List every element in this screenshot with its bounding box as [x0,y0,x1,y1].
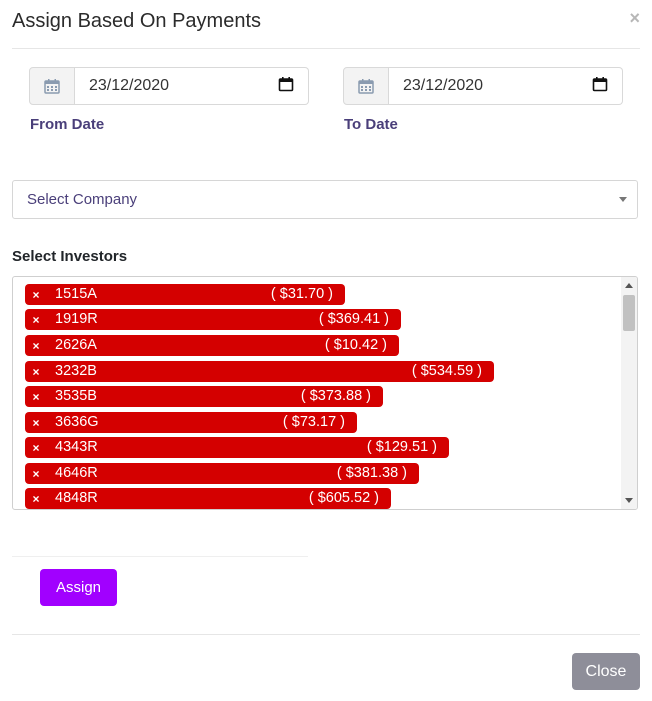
investor-multiselect[interactable]: × 1515A ( $31.70 ) × 1919R ( $369.41 ) ×… [12,276,638,510]
from-date-label: From Date [30,116,105,133]
investor-tag: × 3636G ( $73.17 ) [25,412,357,433]
investor-amount: ( $534.59 ) [411,363,482,379]
remove-tag-icon[interactable]: × [25,441,47,455]
investor-amount: ( $129.51 ) [366,439,437,455]
scroll-down-icon[interactable] [625,498,633,503]
select-investors-label: Select Investors [12,248,128,265]
investor-amount: ( $381.38 ) [336,465,407,481]
remove-tag-icon[interactable]: × [25,390,47,404]
close-button[interactable]: Close [572,653,640,690]
investor-amount: ( $10.42 ) [324,337,387,353]
investor-code: 3232B [55,363,97,379]
remove-tag-icon[interactable]: × [25,467,47,481]
from-date-value: 23/12/2020 [89,77,170,94]
remove-tag-icon[interactable]: × [25,313,47,327]
remove-tag-icon[interactable]: × [25,339,47,353]
remove-tag-icon[interactable]: × [25,288,47,302]
remove-tag-icon[interactable]: × [25,416,47,430]
remove-tag-icon[interactable]: × [25,492,47,506]
investor-tag: × 3535B ( $373.88 ) [25,386,383,407]
footer-divider [12,634,640,635]
investor-code: 4848R [55,490,98,506]
modal-title: Assign Based On Payments [12,10,262,32]
investor-code: 3535B [55,388,97,404]
form-divider [12,556,308,557]
to-date-value: 23/12/2020 [403,77,484,94]
investor-amount: ( $605.52 ) [308,490,379,506]
remove-tag-icon[interactable]: × [25,365,47,379]
investor-code: 2626A [55,337,97,353]
calendar-addon-icon [343,67,389,105]
investor-amount: ( $373.88 ) [300,388,371,404]
investor-code: 1919R [55,311,98,327]
investor-scrollbar[interactable] [621,277,637,509]
chevron-down-icon [619,197,627,202]
from-date-input[interactable]: 23/12/2020 [75,67,309,105]
investor-code: 4646R [55,465,98,481]
assign-button[interactable]: Assign [40,569,117,606]
to-date-group: 23/12/2020 [343,67,623,105]
scroll-up-icon[interactable] [625,283,633,288]
investor-code: 3636G [55,414,99,430]
investor-tag: × 1515A ( $31.70 ) [25,284,345,305]
investor-tag: × 1919R ( $369.41 ) [25,309,401,330]
investor-amount: ( $369.41 ) [318,311,389,327]
investor-code: 1515A [55,286,97,302]
investor-tag: × 4848R ( $605.52 ) [25,488,391,509]
investor-tag: × 3232B ( $534.59 ) [25,361,494,382]
calendar-picker-icon[interactable] [592,76,608,97]
calendar-picker-icon[interactable] [278,76,294,97]
company-select[interactable]: Select Company [12,180,638,219]
from-date-group: 23/12/2020 [29,67,309,105]
calendar-addon-icon [29,67,75,105]
header-divider [12,48,640,49]
scroll-thumb[interactable] [623,295,635,331]
to-date-input[interactable]: 23/12/2020 [389,67,623,105]
close-icon[interactable]: × [629,8,640,29]
investor-code: 4343R [55,439,98,455]
investor-tag: × 4646R ( $381.38 ) [25,463,419,484]
investor-amount: ( $73.17 ) [282,414,345,430]
company-select-placeholder: Select Company [27,191,138,208]
investor-tag: × 4343R ( $129.51 ) [25,437,449,458]
investor-amount: ( $31.70 ) [270,286,333,302]
to-date-label: To Date [344,116,398,133]
investor-tag: × 2626A ( $10.42 ) [25,335,399,356]
